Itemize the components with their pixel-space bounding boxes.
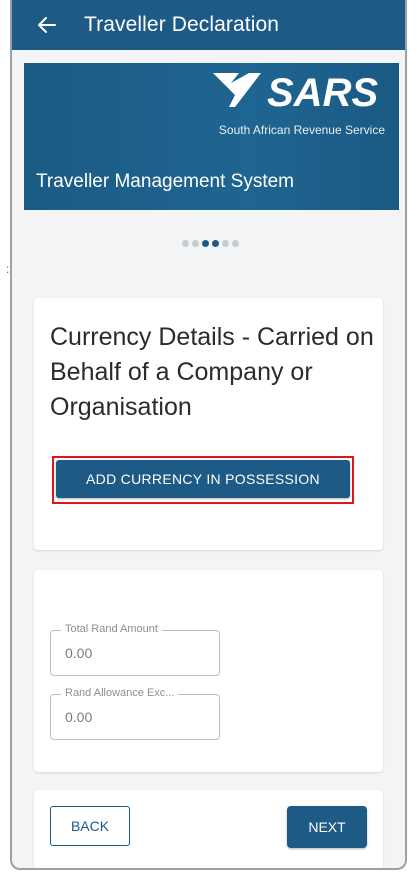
step-indicator — [182, 240, 239, 247]
field-value: 0.00 — [65, 709, 93, 725]
app-bar: Traveller Declaration — [12, 0, 405, 50]
arrow-left-icon[interactable] — [36, 14, 58, 36]
page-title: Traveller Declaration — [84, 13, 280, 36]
currency-details-card: Currency Details - Carried on Behalf of … — [34, 298, 383, 550]
section-heading: Currency Details - Carried on Behalf of … — [50, 323, 374, 421]
total-rand-amount-field[interactable]: Total Rand Amount 0.00 — [50, 623, 220, 676]
add-currency-button[interactable]: ADD CURRENCY IN POSSESSION — [56, 460, 350, 498]
next-button[interactable]: NEXT — [287, 806, 367, 848]
sars-logo: SARS — [213, 71, 378, 111]
step-dot — [232, 240, 239, 247]
step-dot-active — [212, 240, 219, 247]
system-title: Traveller Management System — [36, 171, 295, 192]
back-button[interactable]: BACK — [50, 806, 130, 846]
window-edge-mark: : — [6, 262, 10, 276]
app-frame: Traveller Declaration SARS South African… — [10, 0, 407, 870]
rand-allowance-field[interactable]: Rand Allowance Exc... 0.00 — [50, 687, 220, 740]
step-dot — [182, 240, 189, 247]
banner-subtitle: South African Revenue Service — [218, 123, 385, 137]
field-label: Total Rand Amount — [61, 623, 162, 635]
step-dot — [192, 240, 199, 247]
sars-logo-text: SARS — [267, 71, 378, 111]
step-dot — [222, 240, 229, 247]
amounts-card: Total Rand Amount 0.00 Rand Allowance Ex… — [34, 570, 383, 772]
sars-banner: SARS South African Revenue Service Trave… — [24, 63, 399, 210]
field-label: Rand Allowance Exc... — [61, 687, 179, 699]
field-value: 0.00 — [65, 645, 93, 661]
step-dot-active — [202, 240, 209, 247]
navigation-card: BACK NEXT — [34, 790, 383, 868]
